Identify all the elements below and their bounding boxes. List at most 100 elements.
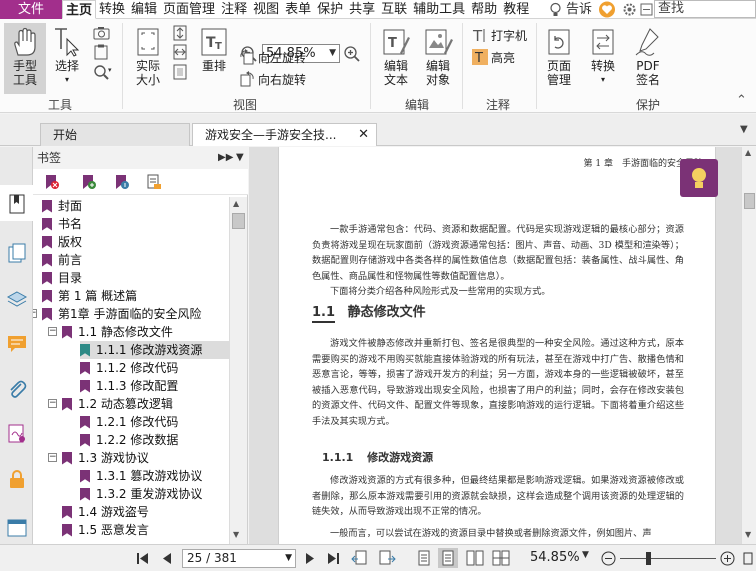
file-menu[interactable]: 文件 (0, 0, 62, 19)
select-button[interactable]: 选择 ▾ (49, 23, 85, 94)
menu-share[interactable]: 共享 (346, 0, 378, 19)
scroll-down-arrow[interactable]: ▼ (233, 530, 239, 539)
bookmark-item[interactable]: 1.1 静态修改文件 (62, 323, 173, 341)
menu-convert[interactable]: 转换 (96, 0, 128, 19)
edit-text-button[interactable]: T 编辑文本 (377, 23, 415, 94)
zoom-in-icon[interactable] (343, 45, 361, 63)
continuous-facing-icon[interactable] (492, 550, 510, 566)
search-input[interactable]: 查找 (654, 0, 756, 18)
single-page-icon[interactable] (418, 550, 430, 566)
page-number-input[interactable]: 25 / 381 ▼ (182, 549, 296, 568)
bookmark-properties-icon[interactable] (146, 174, 162, 190)
expand-bookmark-icon[interactable] (113, 174, 129, 190)
menu-form[interactable]: 表单 (282, 0, 314, 19)
scroll-down-arrow[interactable]: ▼ (745, 530, 751, 539)
close-tab-icon[interactable]: ✕ (358, 124, 369, 146)
menu-home[interactable]: 主页 (62, 0, 97, 19)
heart-icon[interactable] (598, 1, 616, 18)
scroll-up-arrow[interactable]: ▲ (745, 148, 751, 157)
scroll-thumb[interactable] (232, 213, 245, 229)
minus-window-icon[interactable] (640, 3, 653, 16)
zoom-slider-track[interactable] (620, 558, 716, 559)
attachment-icon[interactable] (6, 378, 28, 400)
bookmark-item[interactable]: 前言 (42, 251, 82, 269)
panel-menu-icon[interactable]: ▼ (236, 147, 244, 169)
bookmark-item[interactable]: 1.5 恶意发言 (62, 521, 149, 539)
menu-comment[interactable]: 注释 (218, 0, 250, 19)
menu-connect[interactable]: 互联 (378, 0, 410, 19)
comments-panel-icon[interactable] (6, 333, 28, 355)
menu-view[interactable]: 视图 (250, 0, 282, 19)
fit-width-icon[interactable] (171, 44, 189, 60)
next-page-icon[interactable] (304, 552, 316, 565)
rotate-left-button[interactable]: 向左旋转 (239, 48, 306, 66)
bookmark-item[interactable]: 1.1.3 修改配置 (80, 377, 178, 395)
zoom-out-icon[interactable] (601, 551, 616, 566)
continuous-page-icon[interactable] (442, 550, 454, 566)
lock-icon[interactable] (6, 468, 28, 490)
scroll-thumb[interactable] (744, 193, 755, 209)
bookmark-item[interactable]: 第1章 手游面临的安全风险 (42, 305, 201, 323)
form-panel-icon[interactable] (6, 517, 28, 539)
menu-accessibility[interactable]: 辅助工具 (410, 0, 468, 19)
previous-view-icon[interactable] (350, 549, 370, 567)
tell-me[interactable]: 告诉 (566, 0, 592, 19)
menu-tutorial[interactable]: 教程 (500, 0, 532, 19)
fit-visible-icon[interactable] (171, 64, 189, 80)
menu-edit[interactable]: 编辑 (128, 0, 160, 19)
bookmark-item[interactable]: 版权 (42, 233, 82, 251)
zoom-tool-icon[interactable]: ▾ (92, 64, 114, 80)
pdf-sign-button[interactable]: PDF签名 (628, 23, 668, 94)
facing-page-icon[interactable] (466, 550, 484, 566)
zoom-slider-thumb[interactable] (646, 552, 651, 565)
actual-size-button[interactable]: 实际大小 (129, 23, 167, 94)
snapshot-icon[interactable] (92, 25, 112, 41)
convert-button[interactable]: 转换 ▾ (584, 23, 622, 94)
collapse-toggle-icon[interactable]: − (48, 399, 57, 408)
bookmark-item[interactable]: 1.1.1 修改游戏资源 (80, 341, 229, 359)
delete-bookmark-icon[interactable] (43, 174, 59, 190)
collapse-ribbon-icon[interactable]: ⌃ (736, 93, 747, 108)
scroll-up-arrow[interactable]: ▲ (233, 199, 239, 208)
bookmark-item[interactable]: 1.3 游戏协议 (62, 449, 149, 467)
highlight-button[interactable]: T 高亮 (472, 48, 515, 66)
bookmark-item[interactable]: 目录 (42, 269, 82, 287)
bookmark-item[interactable]: 封面 (42, 197, 82, 215)
collapse-toggle-icon[interactable]: − (33, 309, 37, 318)
last-page-icon[interactable] (326, 552, 340, 565)
menu-protect[interactable]: 保护 (314, 0, 346, 19)
bookmark-item[interactable]: 1.4 游戏盗号 (62, 503, 149, 521)
rotate-right-button[interactable]: 向右旋转 (239, 70, 306, 88)
next-view-icon[interactable] (378, 549, 398, 567)
zoom-menu-icon[interactable]: ▼ (582, 550, 589, 560)
zoom-in-icon[interactable] (720, 551, 735, 566)
bookmark-item[interactable]: 1.3.1 篡改游戏协议 (80, 467, 202, 485)
chevron-down-icon[interactable]: ▼ (329, 45, 336, 62)
menu-page-manage[interactable]: 页面管理 (160, 0, 218, 19)
menu-help[interactable]: 帮助 (468, 0, 500, 19)
bookmark-item[interactable]: 书名 (42, 215, 82, 233)
bookmark-scrollbar[interactable]: ▲ ▼ (229, 197, 247, 544)
bookmark-item[interactable]: 第 1 篇 概述篇 (42, 287, 137, 305)
layers-panel-icon[interactable] (6, 288, 28, 310)
bookmark-item[interactable]: 1.2.2 修改数据 (80, 431, 178, 449)
tips-button[interactable] (680, 159, 718, 197)
gear-icon[interactable] (623, 3, 636, 16)
tab-start[interactable]: 开始 (40, 123, 190, 146)
bookmark-item[interactable]: 1.2 动态篡改逻辑 (62, 395, 173, 413)
collapse-toggle-icon[interactable]: − (48, 453, 57, 462)
tab-list-icon[interactable]: ▼ (740, 124, 748, 135)
bookmark-item[interactable]: 1.2.1 修改代码 (80, 413, 178, 431)
add-bookmark-icon[interactable] (80, 174, 96, 190)
bookmark-panel-icon[interactable] (6, 193, 28, 215)
clipboard-icon[interactable] (92, 44, 112, 60)
bookmark-item[interactable]: 1.1.2 修改代码 (80, 359, 178, 377)
collapse-panel-icon[interactable]: ▶▶ (218, 147, 233, 169)
previous-page-icon[interactable] (161, 552, 173, 565)
fit-page-icon[interactable] (171, 25, 189, 41)
typewriter-button[interactable]: T 打字机 (472, 26, 527, 44)
page-manage-button[interactable]: 页面管理 (540, 23, 578, 94)
reflow-button[interactable]: TT 重排 (196, 23, 232, 94)
collapse-toggle-icon[interactable]: − (48, 327, 57, 336)
hand-tool-button[interactable]: 手型工具 (4, 23, 46, 94)
